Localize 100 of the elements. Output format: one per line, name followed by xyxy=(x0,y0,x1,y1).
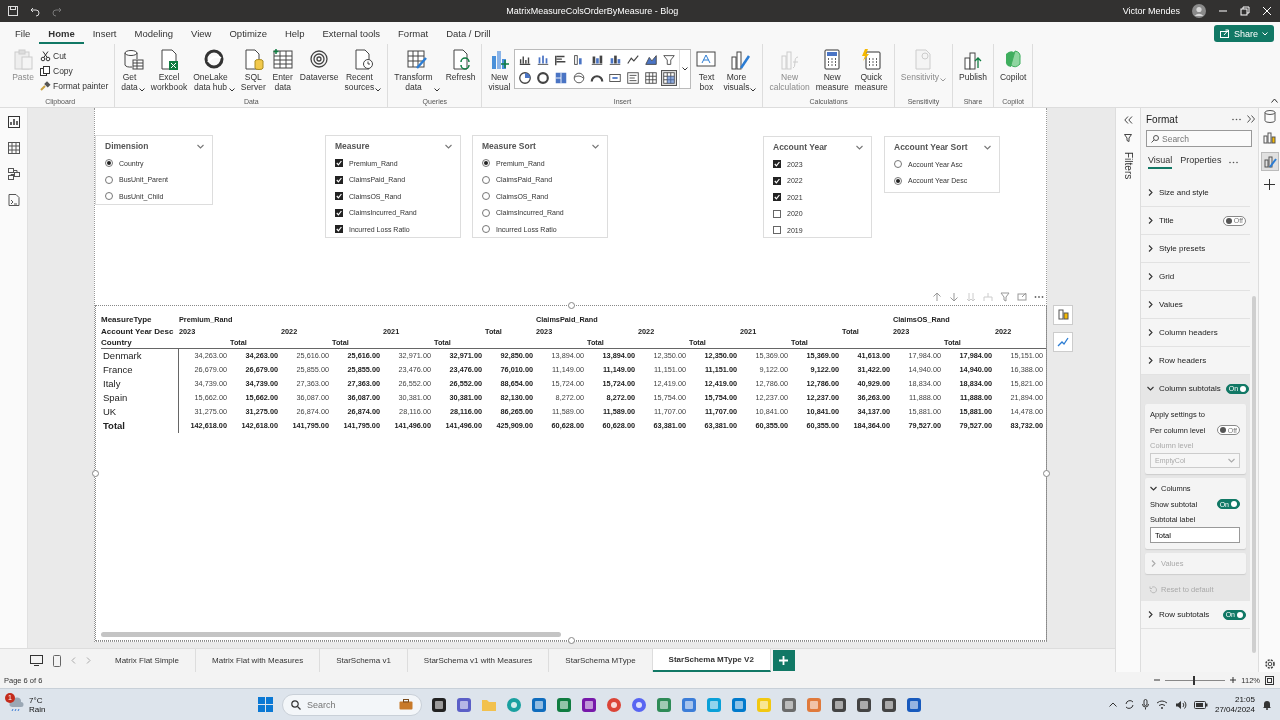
radio-button[interactable] xyxy=(482,225,490,234)
cloud-rain-icon[interactable] xyxy=(8,697,24,712)
ribbon-button[interactable]: Enter data xyxy=(269,47,296,93)
desktop-icon[interactable] xyxy=(30,655,43,666)
ribbon-button[interactable]: Transform data xyxy=(392,47,442,93)
checkbox[interactable] xyxy=(335,159,343,168)
page-tab[interactable]: StarSchema MType V2 xyxy=(652,649,771,672)
report-view-icon[interactable] xyxy=(7,116,20,128)
ribbon-button[interactable]: More visuals xyxy=(721,47,759,93)
save-icon[interactable] xyxy=(8,6,18,16)
menu-tab[interactable]: File xyxy=(6,22,40,44)
collapse-ribbon-icon[interactable] xyxy=(1271,98,1278,103)
model-view-icon[interactable] xyxy=(7,168,20,180)
section-header[interactable]: Style presets xyxy=(1141,235,1250,263)
checkbox[interactable] xyxy=(773,226,781,235)
ribbon-button[interactable]: Excel workbook xyxy=(148,47,190,93)
wifi-icon[interactable] xyxy=(1155,700,1168,709)
menu-tab[interactable]: Optimize xyxy=(220,22,276,44)
zoom-in-icon[interactable] xyxy=(1230,677,1237,683)
ribbon-button[interactable]: New measure xyxy=(813,47,851,93)
radio-button[interactable] xyxy=(482,208,490,217)
ribbon-button[interactable]: Quick measure xyxy=(852,47,890,93)
more-options-icon[interactable] xyxy=(1232,117,1241,121)
phone-icon[interactable] xyxy=(53,654,61,667)
radio-button[interactable] xyxy=(894,160,902,169)
radio-button[interactable] xyxy=(105,159,113,168)
radio-button[interactable] xyxy=(482,175,490,184)
bell-icon[interactable] xyxy=(1262,699,1272,710)
menu-tab[interactable]: View xyxy=(182,22,221,44)
scrollbar[interactable] xyxy=(101,632,561,637)
share-button[interactable]: Share xyxy=(1213,25,1274,42)
close-icon[interactable] xyxy=(1262,6,1272,16)
battery-icon[interactable] xyxy=(1193,700,1208,709)
ribbon-button[interactable]: Text box xyxy=(693,47,720,93)
more-options-icon[interactable] xyxy=(1229,160,1239,164)
radio-button[interactable] xyxy=(105,192,113,201)
start-icon[interactable] xyxy=(258,697,273,712)
ribbon-button[interactable]: SQL Server xyxy=(238,47,268,93)
expand-icon[interactable] xyxy=(1247,115,1255,123)
visual-type-button[interactable] xyxy=(643,52,660,68)
avatar-icon[interactable] xyxy=(1192,4,1206,18)
fit-page-icon[interactable] xyxy=(1265,675,1274,685)
visual-type-button[interactable] xyxy=(517,70,534,86)
ribbon-button[interactable]: New visual xyxy=(486,47,513,93)
format-visual-icon[interactable] xyxy=(1263,155,1276,168)
checkbox[interactable] xyxy=(773,209,781,218)
microphone-icon[interactable] xyxy=(1141,699,1149,710)
ribbon-button[interactable]: OneLake data hub xyxy=(191,47,237,93)
resize-handle[interactable] xyxy=(1043,469,1050,477)
resize-handle[interactable] xyxy=(567,302,575,309)
query-view-icon[interactable] xyxy=(7,194,20,206)
redo-icon[interactable] xyxy=(52,6,62,16)
build-visual-icon[interactable] xyxy=(1263,131,1276,144)
section-header[interactable]: Size and style xyxy=(1141,179,1250,207)
visual-type-button[interactable] xyxy=(535,70,552,86)
ribbon-button[interactable]: Copy xyxy=(38,65,111,77)
radio-button[interactable] xyxy=(894,176,902,185)
radio-button[interactable] xyxy=(482,192,490,201)
ribbon-button[interactable]: Cut xyxy=(38,50,111,62)
ribbon-button[interactable]: Format painter xyxy=(38,80,111,92)
checkbox[interactable] xyxy=(773,160,781,169)
visual-type-button[interactable] xyxy=(661,70,678,86)
search-field[interactable]: Search xyxy=(1146,130,1252,147)
restore-icon[interactable] xyxy=(1240,6,1250,16)
clock[interactable]: 21:05 27/04/2024 xyxy=(1214,694,1255,715)
section-header[interactable]: Column headers xyxy=(1141,319,1250,347)
visual-type-button[interactable] xyxy=(625,70,642,86)
menu-tab[interactable]: Data / Drill xyxy=(437,22,500,44)
volume-icon[interactable] xyxy=(1174,699,1187,710)
ribbon-button[interactable]: Publish xyxy=(957,47,989,83)
visual-pane-button[interactable] xyxy=(1053,332,1073,352)
up-arrow-icon[interactable] xyxy=(932,292,942,302)
checkbox[interactable] xyxy=(335,225,343,234)
ribbon-button[interactable]: Refresh xyxy=(443,47,478,83)
ribbon-button[interactable]: Get data xyxy=(119,47,147,93)
section-header[interactable]: Values xyxy=(1141,291,1250,319)
settings-icon[interactable] xyxy=(1263,658,1276,670)
pane-tab[interactable]: Visual xyxy=(1148,155,1173,169)
checkbox[interactable] xyxy=(335,175,343,184)
collapse-icon[interactable] xyxy=(1123,116,1133,124)
radio-button[interactable] xyxy=(105,175,113,184)
down-arrow-icon[interactable] xyxy=(949,292,959,302)
visual-type-button[interactable] xyxy=(661,52,678,68)
visual-pane-button[interactable] xyxy=(1053,305,1073,325)
checkbox[interactable] xyxy=(773,193,781,202)
ribbon-button[interactable]: Recent sources xyxy=(342,47,384,93)
menu-tab[interactable]: Help xyxy=(275,22,314,44)
undo-icon[interactable] xyxy=(30,6,40,16)
add-icon[interactable] xyxy=(1264,179,1275,190)
checkbox[interactable] xyxy=(773,176,781,185)
sync-icon[interactable] xyxy=(1123,699,1135,710)
add-page-button[interactable] xyxy=(772,650,795,671)
scrollbar[interactable] xyxy=(1252,296,1256,653)
focus-mode-icon[interactable] xyxy=(1017,292,1027,302)
menu-tab[interactable]: External tools xyxy=(313,22,390,44)
pane-tab[interactable]: Properties xyxy=(1180,155,1222,169)
chevron-up-icon[interactable] xyxy=(1108,702,1117,707)
table-view-icon[interactable] xyxy=(7,142,20,154)
checkbox[interactable] xyxy=(335,208,343,217)
menu-tab[interactable]: Insert xyxy=(83,22,126,44)
